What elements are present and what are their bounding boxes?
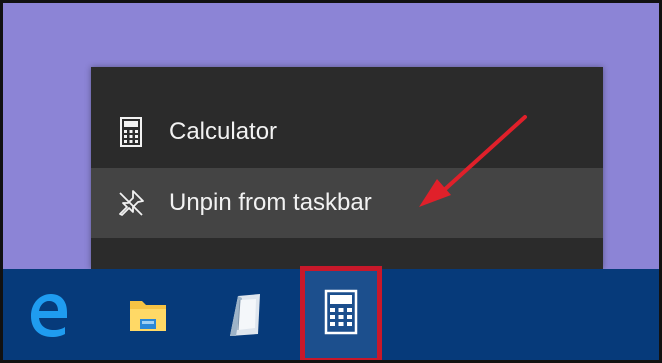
unpin-icon [111, 185, 151, 221]
taskbar-app-calculator[interactable] [300, 266, 382, 360]
taskbar-app-file-explorer[interactable] [115, 269, 181, 360]
menu-item-unpin-from-taskbar[interactable]: Unpin from taskbar [91, 168, 603, 238]
menu-item-label: Unpin from taskbar [169, 189, 372, 216]
file-explorer-icon [128, 295, 168, 340]
screenshot-frame: Calculator Unpin from taskbar [0, 0, 662, 363]
calculator-icon [324, 289, 358, 340]
taskbar-app-notepad[interactable] [211, 269, 277, 360]
taskbar [3, 266, 659, 360]
menu-item-label: Calculator [169, 118, 278, 145]
menu-item-calculator[interactable]: Calculator [91, 97, 603, 167]
notepad-icon [224, 292, 264, 343]
edge-icon [27, 292, 69, 343]
taskbar-context-menu: Calculator Unpin from taskbar [91, 67, 603, 269]
taskbar-app-edge[interactable] [15, 269, 81, 360]
calculator-icon [111, 114, 151, 150]
